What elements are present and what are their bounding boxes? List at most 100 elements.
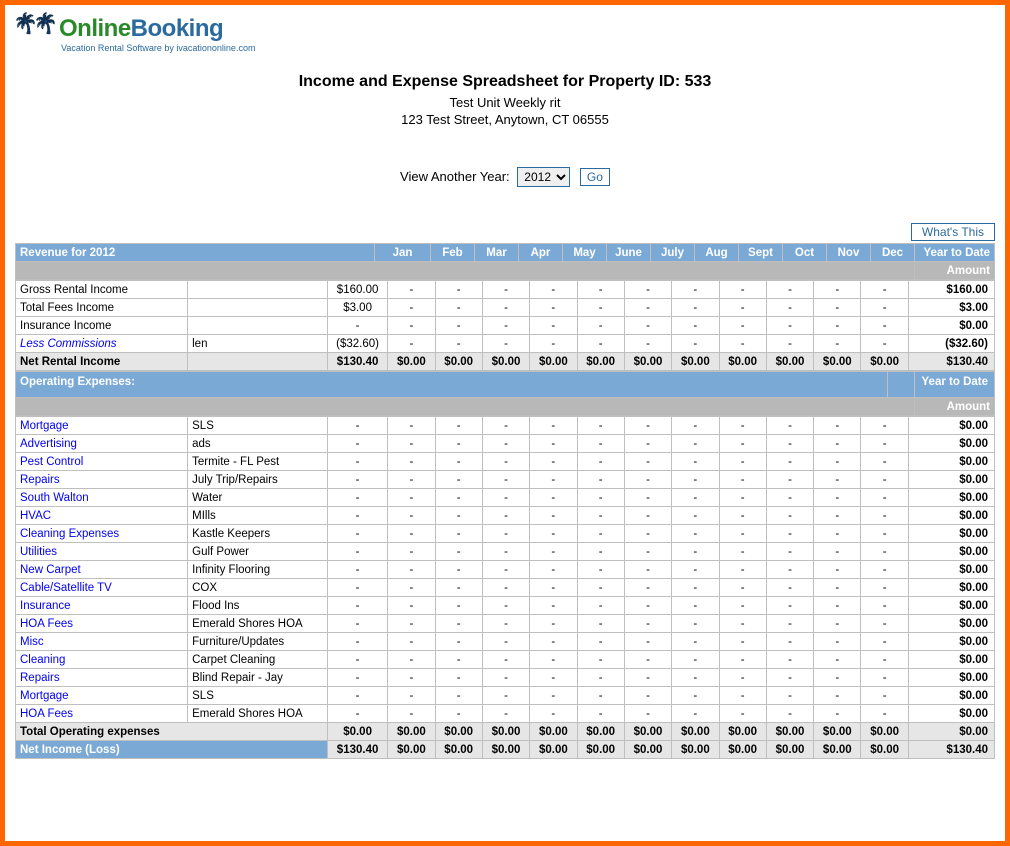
cell: - (388, 615, 435, 633)
cell: - (530, 453, 577, 471)
cell: - (327, 507, 387, 525)
ytd-cell: $3.00 (908, 299, 994, 317)
expense-link[interactable]: Mortgage (20, 690, 69, 702)
cell: - (482, 687, 529, 705)
month-header: May (563, 244, 607, 262)
property-name: Test Unit Weekly rit (15, 95, 995, 110)
cell: - (388, 579, 435, 597)
cell: - (388, 281, 435, 299)
cell: - (482, 543, 529, 561)
cell: - (672, 651, 719, 669)
ytd-cell: $0.00 (908, 471, 994, 489)
ytd-cell: $0.00 (908, 669, 994, 687)
cell: - (435, 489, 482, 507)
expense-link[interactable]: Repairs (20, 474, 60, 486)
expense-link[interactable]: New Carpet (20, 564, 81, 576)
cell: - (672, 633, 719, 651)
cell: - (861, 687, 908, 705)
cell: - (624, 507, 671, 525)
cell: - (624, 669, 671, 687)
cell: - (861, 489, 908, 507)
cell: - (327, 651, 387, 669)
expenses-header-label: Operating Expenses: (16, 372, 888, 398)
cell: - (766, 615, 813, 633)
cell: - (814, 471, 861, 489)
cell: - (577, 687, 624, 705)
cell: - (388, 543, 435, 561)
expense-link[interactable]: Insurance (20, 600, 71, 612)
cell: - (530, 579, 577, 597)
expense-link[interactable]: HOA Fees (20, 618, 73, 630)
cell: - (624, 525, 671, 543)
net-rental-row: Net Rental Income$130.40$0.00$0.00$0.00$… (16, 353, 995, 371)
cell: - (388, 705, 435, 723)
cell: - (530, 615, 577, 633)
expense-link[interactable]: Cleaning Expenses (20, 528, 119, 540)
year-select[interactable]: 2012 (517, 167, 570, 187)
cell: - (814, 525, 861, 543)
expense-link[interactable]: Utilities (20, 546, 57, 558)
expense-link[interactable]: HOA Fees (20, 708, 73, 720)
expense-row: MortgageSLS------------$0.00 (16, 417, 995, 435)
cell: - (577, 281, 624, 299)
cell: $0.00 (861, 741, 908, 759)
go-button[interactable]: Go (580, 168, 610, 186)
cell: - (766, 525, 813, 543)
cell: - (327, 453, 387, 471)
expenses-ytd-amount-header: Amount (915, 398, 995, 416)
cell: - (327, 417, 387, 435)
ytd-cell: $0.00 (908, 579, 994, 597)
cell: - (435, 543, 482, 561)
expense-link[interactable]: Mortgage (20, 420, 69, 432)
cell: - (435, 281, 482, 299)
expense-link[interactable]: Pest Control (20, 456, 83, 468)
expense-detail: Carpet Cleaning (188, 651, 328, 669)
revenue-subheader-blank (16, 262, 915, 280)
cell: - (530, 281, 577, 299)
cell: - (435, 705, 482, 723)
expense-link[interactable]: HVAC (20, 510, 51, 522)
cell: - (482, 317, 529, 335)
cell: - (577, 543, 624, 561)
cell: - (577, 525, 624, 543)
expense-row: HOA FeesEmerald Shores HOA------------$0… (16, 615, 995, 633)
cell: $0.00 (624, 741, 671, 759)
cell: - (388, 525, 435, 543)
cell: $0.00 (719, 723, 766, 741)
expense-link[interactable]: Repairs (20, 672, 60, 684)
cell: - (482, 299, 529, 317)
cell: - (624, 317, 671, 335)
cell: - (530, 651, 577, 669)
expense-link[interactable]: South Walton (20, 492, 89, 504)
cell: - (766, 651, 813, 669)
expense-link[interactable]: Cable/Satellite TV (20, 582, 112, 594)
expense-link[interactable]: Cleaning (20, 654, 65, 666)
cell: - (766, 633, 813, 651)
expense-link[interactable]: Misc (20, 636, 44, 648)
page-frame: OnlineBooking Vacation Rental Software b… (0, 0, 1010, 846)
cell: $0.00 (624, 353, 671, 371)
ytd-cell: $160.00 (908, 281, 994, 299)
whats-this-button[interactable]: What's This (911, 223, 995, 241)
expense-row: RepairsBlind Repair - Jay------------$0.… (16, 669, 995, 687)
cell: - (719, 525, 766, 543)
cell: - (861, 317, 908, 335)
month-header: Dec (871, 244, 915, 262)
row-detail (188, 281, 328, 299)
cell: - (530, 299, 577, 317)
cell: - (719, 471, 766, 489)
cell: - (719, 687, 766, 705)
expense-detail: Infinity Flooring (188, 561, 328, 579)
cell: - (624, 299, 671, 317)
cell: $0.00 (766, 741, 813, 759)
expense-row: UtilitiesGulf Power------------$0.00 (16, 543, 995, 561)
row-label[interactable]: Less Commissions (20, 338, 117, 350)
cell: - (435, 507, 482, 525)
cell: - (577, 435, 624, 453)
cell: - (388, 651, 435, 669)
cell: - (482, 525, 529, 543)
expense-detail: Furniture/Updates (188, 633, 328, 651)
expense-link[interactable]: Advertising (20, 438, 77, 450)
revenue-body: Gross Rental Income$160.00-----------$16… (15, 280, 995, 371)
row-label: Net Income (Loss) (16, 741, 328, 759)
